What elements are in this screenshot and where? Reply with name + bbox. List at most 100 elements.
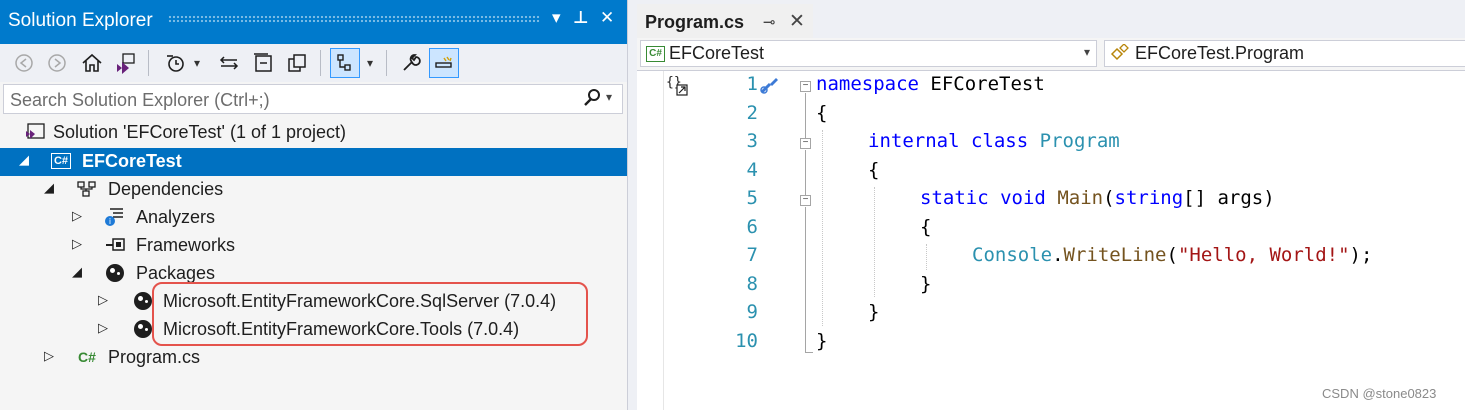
refactor-brush-icon[interactable] [758,72,782,101]
code-line: internal class Program [868,130,1120,152]
class-dropdown-value: EFCoreTest.Program [1135,43,1305,63]
project-dropdown[interactable]: C# EFCoreTest ▾ [640,40,1097,67]
solution-icon [24,122,46,142]
navigation-bar: C# EFCoreTest ▾ EFCoreTest.Program [637,38,1465,71]
indent-guide [822,130,823,326]
indent-guide [874,187,875,297]
highlight-annotation-box [152,282,588,346]
forward-icon[interactable] [42,48,72,78]
code-line: } [920,273,932,295]
fold-end [805,352,813,353]
analyzers-icon: i [104,207,126,227]
tree-item-dependencies[interactable]: ◢ Dependencies [0,176,627,204]
collapsed-arrow-icon[interactable]: ▷ [98,292,108,308]
tree-item-label: Packages [136,263,216,283]
search-input[interactable] [8,87,572,113]
tab-label: Program.cs [645,12,745,32]
history-dropdown-icon[interactable]: ▾ [189,48,205,78]
tab-program-cs[interactable]: Program.cs ⊸ ✕ [637,4,813,40]
line-number: 7 [746,244,758,266]
class-dropdown[interactable]: EFCoreTest.Program [1104,40,1465,67]
tree-item-label: Dependencies [108,179,224,199]
auto-hide-pin-icon[interactable]: ⊥ [573,8,589,28]
tree-item-label: Solution 'EFCoreTest' (1 of 1 project) [53,122,347,142]
csharp-project-icon: C# [50,151,72,171]
line-number: 2 [746,102,758,124]
code-line: { [816,102,828,124]
line-number: 10 [735,330,758,352]
copy-icon[interactable] [282,48,312,78]
frameworks-icon [104,235,126,255]
code-line: } [868,301,880,323]
search-box: ▾ [3,84,623,114]
window-position-dropdown-icon[interactable]: ▾ [552,8,561,28]
code-line: { [920,216,932,238]
panel-title: Solution Explorer [8,10,153,31]
history-icon[interactable] [160,48,190,78]
home-icon[interactable] [77,48,107,78]
collapsed-arrow-icon[interactable]: ▷ [72,208,82,224]
svg-text:i: i [109,217,111,226]
line-number: 9 [746,301,758,323]
package-icon [104,263,126,283]
collapsed-arrow-icon[interactable]: ▷ [44,348,54,364]
preview-icon[interactable] [429,48,459,78]
code-line: static void Main(string[] args) [920,187,1275,209]
tree-item-program-cs[interactable]: ▷ C# Program.cs [0,344,627,372]
title-grip[interactable] [168,15,540,23]
dependencies-icon [76,179,98,199]
line-number: 4 [746,159,758,181]
back-icon[interactable] [9,48,39,78]
close-tab-icon[interactable]: ✕ [789,10,805,33]
tree-item-project[interactable]: ◢ C# EFCoreTest [0,148,627,176]
tree-item-label: Program.cs [108,347,201,367]
properties-wrench-icon[interactable] [396,48,426,78]
toolbar-separator [148,50,149,76]
solution-explorer-titlebar: Solution Explorer ▾ ⊥ ✕ [0,0,627,44]
search-options-dropdown-icon[interactable]: ▾ [606,90,612,104]
tree-item-label: EFCoreTest [82,151,182,171]
watermark: CSDN @stone0823 [1322,386,1437,401]
line-number: 8 [746,273,758,295]
collapse-method-toggle[interactable]: − [800,195,811,206]
tree-item-solution[interactable]: Solution 'EFCoreTest' (1 of 1 project) [0,119,627,147]
solution-explorer-panel: Solution Explorer ▾ ⊥ ✕ ▾ ▾ Search Solut… [0,0,628,410]
collapsed-arrow-icon[interactable]: ▷ [98,320,108,336]
class-icon [1109,43,1131,69]
close-icon[interactable]: ✕ [600,8,614,28]
solution-explorer-toolbar: ▾ ▾ [0,44,627,82]
chevron-down-icon[interactable]: ▾ [1084,45,1090,59]
sync-icon[interactable] [214,48,244,78]
line-number: 3 [746,130,758,152]
code-editor[interactable] [637,71,1465,410]
search-icon[interactable] [582,87,604,115]
code-line: { [868,159,880,181]
collapsed-arrow-icon[interactable]: ▷ [72,236,82,252]
expanded-arrow-icon[interactable]: ◢ [19,152,29,168]
pin-tab-icon[interactable]: ⊸ [763,13,776,31]
code-line: namespace EFCoreTest [816,73,1045,95]
toolbar-separator [320,50,321,76]
csharp-project-icon: C# [646,46,665,62]
line-number: 6 [746,216,758,238]
code-line: } [816,330,828,352]
namespace-scope-icon: {} [666,74,690,103]
tree-item-frameworks[interactable]: ▷ Frameworks [0,232,627,260]
line-number: 5 [746,187,758,209]
expanded-arrow-icon[interactable]: ◢ [44,180,54,196]
fold-line [805,207,806,353]
package-icon [132,319,154,339]
collapse-namespace-toggle[interactable]: − [800,81,811,92]
tree-item-analyzers[interactable]: ▷ i Analyzers [0,204,627,232]
tree-view-icon[interactable] [330,48,360,78]
collapse-all-icon[interactable] [248,48,278,78]
indicator-margin [637,71,664,410]
expanded-arrow-icon[interactable]: ◢ [72,264,82,280]
collapse-class-toggle[interactable]: − [800,138,811,149]
vs-solution-icon[interactable] [110,48,140,78]
tree-item-label: Analyzers [136,207,216,227]
view-dropdown-icon[interactable]: ▾ [362,48,378,78]
csharp-file-icon: C# [78,349,96,365]
fold-line [805,150,806,197]
project-dropdown-value: EFCoreTest [669,43,765,63]
